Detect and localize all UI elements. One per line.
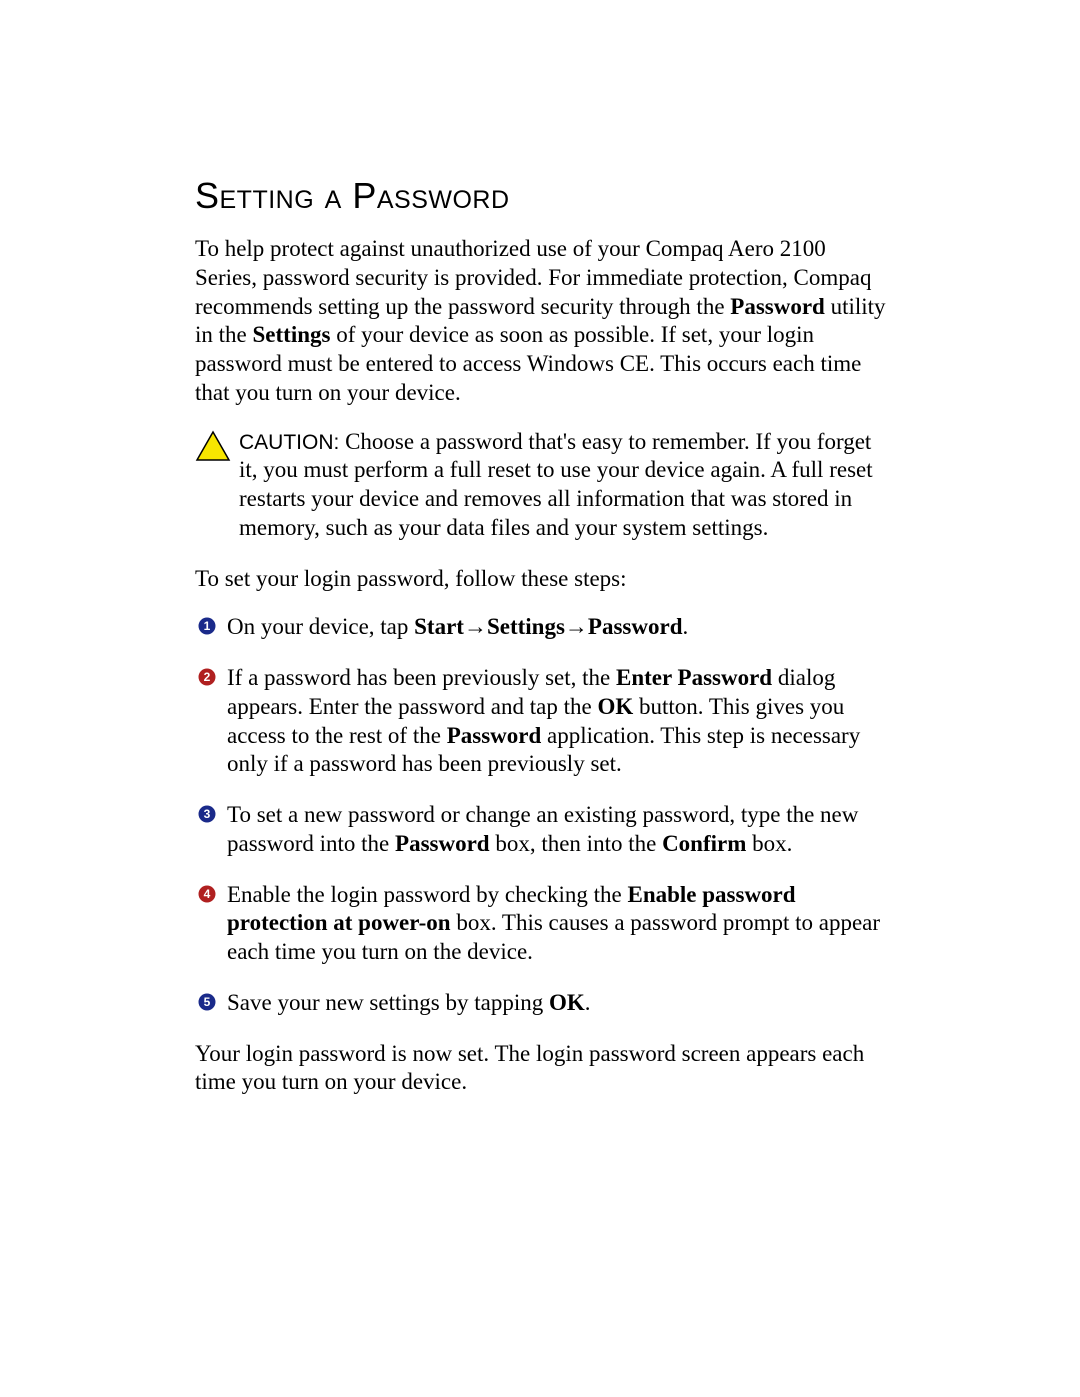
arrow-icon: →: [464, 614, 487, 639]
steps-intro: To set your login password, follow these…: [195, 565, 890, 594]
step-item: 5 Save your new settings by tapping OK.: [195, 989, 890, 1018]
step-number-icon: 2: [195, 668, 219, 688]
page-heading: Setting a Password: [195, 175, 890, 217]
caution-block: CAUTION: Choose a password that's easy t…: [195, 428, 890, 543]
step-text: Enable the login password by checking th…: [227, 881, 890, 967]
step-text: To set a new password or change an exist…: [227, 801, 890, 859]
step-text-bold: Start: [414, 614, 464, 639]
intro-bold-1: Password: [730, 294, 825, 319]
step-text-bold: Password: [447, 723, 542, 748]
caution-triangle-icon: [195, 430, 237, 467]
arrow-icon: →: [565, 614, 588, 639]
step-text-bold: Settings: [487, 614, 565, 639]
step-number-icon: 4: [195, 885, 219, 905]
intro-bold-2: Settings: [253, 322, 331, 347]
caution-text: CAUTION: Choose a password that's easy t…: [239, 428, 890, 543]
step-text-run: .: [682, 614, 688, 639]
step-text: If a password has been previously set, t…: [227, 664, 890, 779]
step-item: 4 Enable the login password by checking t…: [195, 881, 890, 967]
step-number-icon: 1: [195, 617, 219, 637]
steps-list: 1On your device, tap Start→Settings→Pass…: [195, 613, 890, 1017]
svg-text:3: 3: [204, 807, 211, 821]
svg-text:1: 1: [204, 619, 211, 633]
document-page: Setting a Password To help protect again…: [0, 0, 1080, 1397]
step-item: 3 To set a new password or change an exis…: [195, 801, 890, 859]
step-number-icon: 3: [195, 805, 219, 825]
step-text-bold: OK: [549, 990, 585, 1015]
intro-paragraph: To help protect against unauthorized use…: [195, 235, 890, 408]
step-text-run: If a password has been previously set, t…: [227, 665, 616, 690]
step-text-run: Enable the login password by checking th…: [227, 882, 627, 907]
step-text-bold: OK: [597, 694, 633, 719]
step-text-run: box.: [746, 831, 792, 856]
svg-text:2: 2: [204, 670, 211, 684]
step-text: Save your new settings by tapping OK.: [227, 989, 591, 1018]
svg-text:5: 5: [204, 995, 211, 1009]
step-item: 1On your device, tap Start→Settings→Pass…: [195, 613, 890, 642]
step-text-bold: Password: [395, 831, 490, 856]
step-text-bold: Enter Password: [616, 665, 772, 690]
step-text-run: box, then into the: [490, 831, 662, 856]
step-number-icon: 5: [195, 993, 219, 1013]
step-text-run: .: [585, 990, 591, 1015]
caution-label: CAUTION:: [239, 431, 339, 454]
closing-paragraph: Your login password is now set. The logi…: [195, 1040, 890, 1098]
step-text-run: Save your new settings by tapping: [227, 990, 549, 1015]
step-text-bold: Confirm: [662, 831, 746, 856]
step-text-run: On your device, tap: [227, 614, 414, 639]
step-text-bold: Password: [588, 614, 683, 639]
step-text: On your device, tap Start→Settings→Passw…: [227, 613, 688, 642]
svg-text:4: 4: [204, 887, 211, 901]
step-item: 2 If a password has been previously set, …: [195, 664, 890, 779]
